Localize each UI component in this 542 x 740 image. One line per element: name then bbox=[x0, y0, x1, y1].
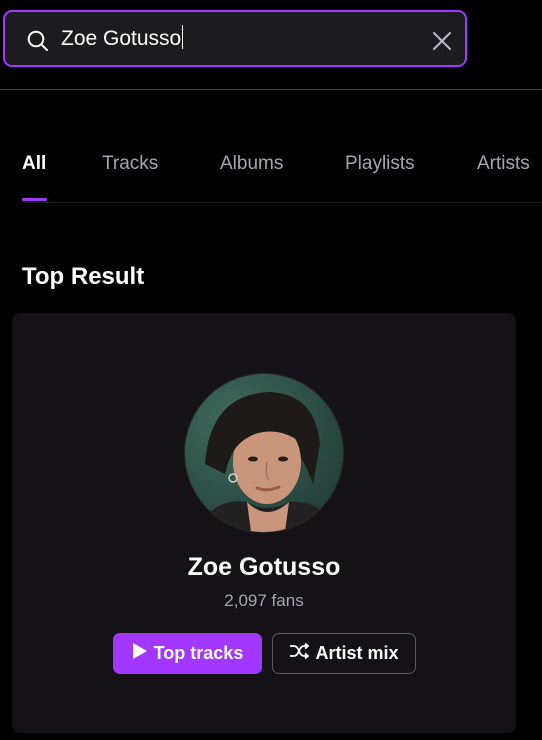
artist-mix-label: Artist mix bbox=[315, 643, 399, 663]
artist-avatar[interactable] bbox=[184, 373, 344, 533]
shuffle-icon bbox=[289, 642, 310, 664]
close-icon[interactable] bbox=[432, 31, 452, 51]
artist-name[interactable]: Zoe Gotusso bbox=[12, 553, 516, 582]
tab-albums[interactable]: Albums bbox=[220, 153, 283, 175]
artist-mix-button[interactable]: Artist mix bbox=[272, 633, 416, 674]
play-icon bbox=[132, 642, 148, 665]
tab-artists[interactable]: Artists bbox=[477, 153, 530, 175]
search-input-value: Zoe Gotusso bbox=[61, 27, 182, 50]
search-bar[interactable]: Zoe Gotusso bbox=[3, 10, 467, 67]
text-caret bbox=[182, 25, 184, 49]
header-divider bbox=[0, 89, 542, 90]
search-results-page: Zoe Gotusso All Tracks Albums Playlists … bbox=[0, 0, 542, 740]
artist-fans-count: 2,097 fans bbox=[224, 591, 304, 610]
active-tab-indicator bbox=[22, 198, 47, 201]
tab-all[interactable]: All bbox=[22, 153, 46, 175]
top-tracks-label: Top tracks bbox=[153, 643, 244, 663]
search-tabs: All Tracks Albums Playlists Artists bbox=[0, 140, 542, 203]
search-input[interactable]: Zoe Gotusso bbox=[61, 24, 411, 54]
tab-tracks[interactable]: Tracks bbox=[102, 153, 158, 175]
tab-playlists[interactable]: Playlists bbox=[345, 153, 415, 175]
search-icon bbox=[27, 30, 49, 52]
tabs-divider bbox=[22, 202, 542, 203]
top-result-card[interactable]: Zoe Gotusso 2,097 fans Top tracks Artist… bbox=[12, 313, 516, 733]
section-title: Top Result bbox=[22, 263, 145, 290]
top-tracks-button[interactable]: Top tracks bbox=[113, 633, 262, 674]
